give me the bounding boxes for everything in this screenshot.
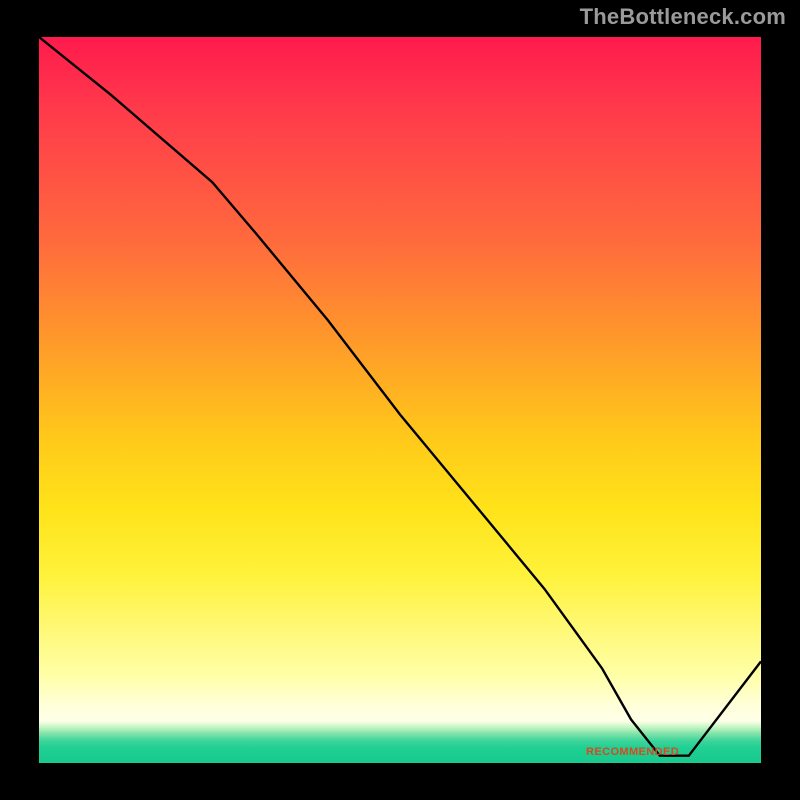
plot-border: RECOMMENDED — [32, 30, 768, 770]
watermark-text: TheBottleneck.com — [580, 4, 786, 30]
line-series — [39, 37, 761, 763]
chart-frame: TheBottleneck.com RECOMMENDED — [0, 0, 800, 800]
annotation-recommended: RECOMMENDED — [586, 746, 679, 758]
plot-area: RECOMMENDED — [39, 37, 761, 763]
curve-path — [39, 37, 761, 756]
